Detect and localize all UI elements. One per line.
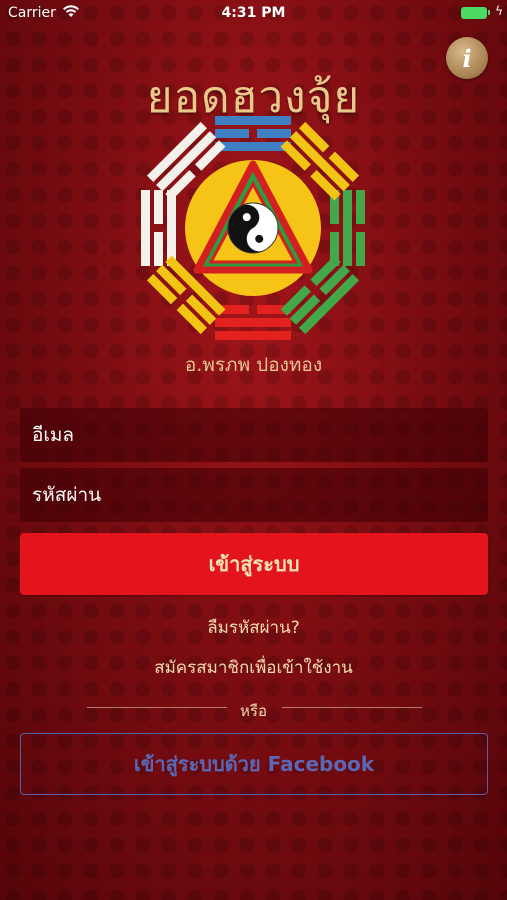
- password-placeholder: รหัสผ่าน: [32, 484, 102, 506]
- charging-icon: ϟ: [495, 4, 503, 18]
- status-time: 4:31 PM: [221, 5, 286, 21]
- login-button-label: เข้าสู่ระบบ: [208, 552, 300, 576]
- author-subtitle: อ.พรภพ ปองทอง: [184, 354, 323, 376]
- facebook-login-button[interactable]: เข้าสู่ระบบด้วย Facebook: [20, 733, 488, 795]
- password-field[interactable]: รหัสผ่าน: [20, 468, 488, 522]
- register-link[interactable]: สมัครสมาชิกเพื่อเข้าใช้งาน: [0, 654, 507, 681]
- login-button[interactable]: เข้าสู่ระบบ: [20, 533, 488, 595]
- facebook-login-label: เข้าสู่ระบบด้วย Facebook: [133, 752, 375, 776]
- email-field[interactable]: อีเมล: [20, 408, 488, 462]
- battery-tip: [488, 10, 490, 15]
- or-label: หรือ: [240, 702, 267, 720]
- battery-icon: [461, 7, 487, 19]
- email-placeholder: อีเมล: [32, 424, 75, 446]
- divider-right: [282, 707, 422, 708]
- bagua-yin-yang-logo: [141, 116, 365, 340]
- forgot-password-link[interactable]: ลืมรหัสผ่าน?: [0, 614, 507, 641]
- status-bar: Carrier 4:31 PM ϟ: [0, 0, 507, 28]
